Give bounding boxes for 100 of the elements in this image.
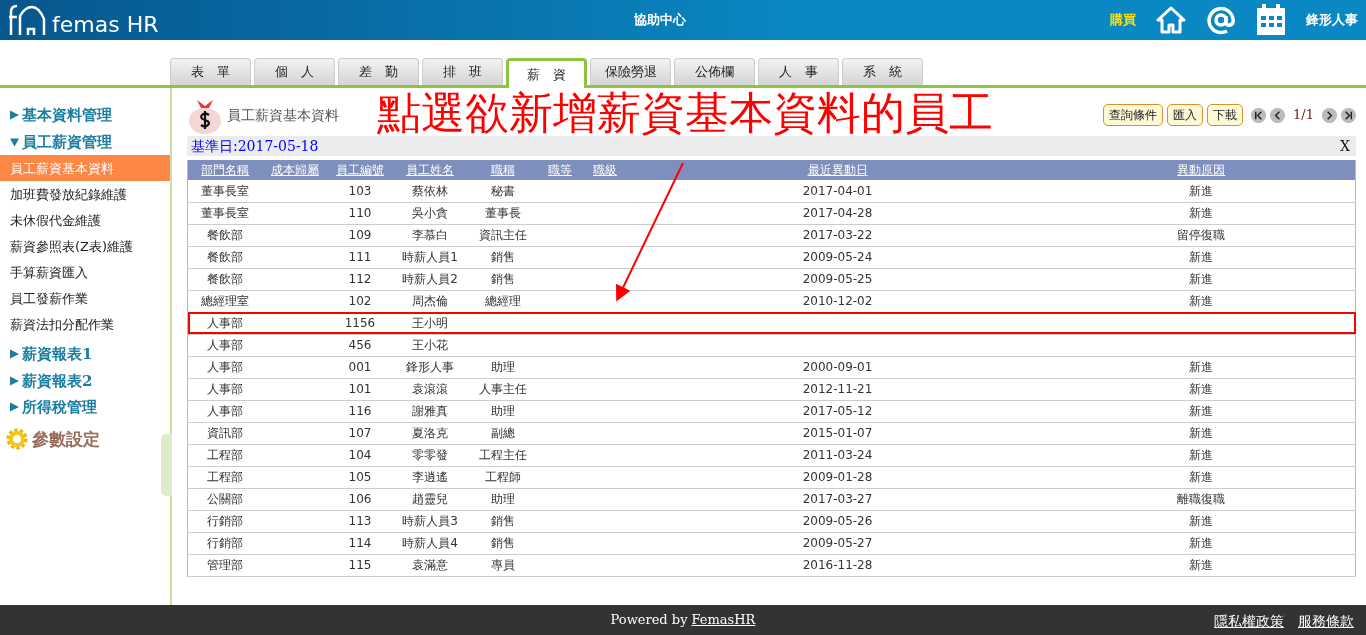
table-cell: 新進 <box>1189 558 1214 572</box>
table-cell: 106 <box>348 492 372 506</box>
table-cell: 銷售 <box>490 250 515 264</box>
gear-icon <box>6 428 28 451</box>
table-cell: 新進 <box>1189 448 1214 462</box>
table-cell: 人事部 <box>207 404 244 418</box>
table-cell: 2009-05-27 <box>802 536 873 550</box>
table-cell: 零零發 <box>412 448 448 462</box>
table-cell: 新進 <box>1189 514 1214 528</box>
table-cell: 105 <box>348 470 372 484</box>
sidebar-item[interactable]: 手算薪資匯入 <box>0 259 170 285</box>
table-cell: 新進 <box>1189 272 1214 286</box>
table-cell: 周杰倫 <box>412 294 448 308</box>
table-cell: 2011-03-24 <box>802 448 873 462</box>
footer-link[interactable]: 隱私權政策 <box>1214 611 1284 632</box>
previous-page-icon[interactable] <box>1270 107 1286 123</box>
table-cell: 人事部 <box>207 382 244 396</box>
table-cell: 助理 <box>490 492 515 506</box>
table-cell: 2009-05-26 <box>802 514 873 528</box>
sidebar-group[interactable]: 基本資料管理 <box>0 102 170 129</box>
sidebar-item[interactable]: 薪資參照表(Z表)維護 <box>0 233 170 259</box>
table-cell: 2009-05-24 <box>802 250 873 264</box>
table-cell: 謝雅真 <box>412 404 448 418</box>
nav-tab[interactable]: 保險勞退 <box>590 58 671 85</box>
table-cell: 王小花 <box>412 338 448 352</box>
table-cell: 新進 <box>1189 183 1214 198</box>
table-cell: 109 <box>348 228 372 242</box>
table-cell: 新進 <box>1189 360 1214 374</box>
sidebar-group[interactable]: 所得稅管理 <box>0 394 170 421</box>
table-cell: 103 <box>348 183 372 198</box>
table-cell: 時薪人員2 <box>402 272 458 286</box>
table-cell: 107 <box>348 426 372 440</box>
collapse-handle[interactable] <box>161 434 172 496</box>
toolbar-button[interactable]: 查詢條件 <box>1103 104 1164 126</box>
table-cell: 101 <box>348 382 372 396</box>
last-page-icon[interactable] <box>1341 107 1356 123</box>
caret-right-icon <box>10 375 19 386</box>
table-cell: 新進 <box>1189 250 1214 264</box>
table-cell: 總經理 <box>484 294 521 308</box>
nav-tab[interactable]: 公佈欄 <box>674 58 755 85</box>
table-cell: 116 <box>348 404 372 418</box>
table-cell: 001 <box>348 360 372 374</box>
femashr-link[interactable]: FemasHR <box>691 610 756 630</box>
table-cell: 2009-01-28 <box>802 470 873 484</box>
table-cell: 行銷部 <box>207 514 244 528</box>
table-cell: 資訊主任 <box>478 228 527 242</box>
table-cell: 夏洛克 <box>412 426 448 440</box>
close-button[interactable]: X <box>1340 135 1350 157</box>
caret-right-icon <box>10 402 19 413</box>
table-cell: 餐飲部 <box>207 250 244 264</box>
table-cell: 吳小貪 <box>412 206 448 220</box>
sidebar-group[interactable]: 薪資報表2 <box>0 367 170 394</box>
table-cell: 112 <box>348 272 372 286</box>
first-page-icon[interactable] <box>1251 107 1267 123</box>
nav-tab[interactable]: 人 事 <box>758 58 839 85</box>
caret-down-icon <box>10 136 19 147</box>
table-cell: 離職復職 <box>1177 492 1226 506</box>
sidebar-item[interactable]: 薪資法扣分配作業 <box>0 311 170 337</box>
caret-right-icon <box>10 349 19 360</box>
sidebar-group[interactable]: 員工薪資管理 <box>0 128 170 155</box>
nav-tab[interactable]: 排 班 <box>422 58 503 85</box>
footer-link[interactable]: 服務條款 <box>1298 611 1354 632</box>
table-cell: 時薪人員1 <box>402 250 458 264</box>
settings-link[interactable]: 參數設定 <box>32 426 100 452</box>
next-page-icon[interactable] <box>1322 107 1337 123</box>
nav-tab[interactable]: 系 統 <box>842 58 923 85</box>
calendar-icon[interactable] <box>1256 4 1286 36</box>
email-icon[interactable] <box>1206 5 1236 35</box>
nav-tab[interactable]: 薪 資 <box>506 58 587 88</box>
table-cell: 人事部 <box>207 338 244 352</box>
nav-tab[interactable]: 個 人 <box>254 58 335 85</box>
table-cell: 時薪人員3 <box>402 514 458 528</box>
table-cell: 董事長室 <box>201 183 250 198</box>
toolbar-button[interactable]: 匯入 <box>1167 104 1204 126</box>
nav-tab[interactable]: 差 勤 <box>338 58 419 85</box>
sidebar-item[interactable]: 加班費發放紀錄維護 <box>0 181 170 207</box>
table-cell: 111 <box>348 250 372 264</box>
table-cell: 副總 <box>490 426 515 440</box>
table-cell: 袁滾滾 <box>412 382 448 396</box>
toolbar-button[interactable]: 下載 <box>1207 104 1244 126</box>
table-cell: 1156 <box>344 316 376 330</box>
table-cell: 102 <box>348 294 372 308</box>
user-name[interactable]: 鋒形人事 <box>1306 10 1358 30</box>
sidebar-item[interactable]: 員工發薪作業 <box>0 285 170 311</box>
sidebar-item[interactable]: 未休假代金維護 <box>0 207 170 233</box>
table-cell: 董事長室 <box>201 206 250 220</box>
table-cell: 114 <box>348 536 372 550</box>
nav-tab[interactable]: 表 單 <box>170 58 251 85</box>
table-cell: 工程主任 <box>478 448 527 462</box>
home-icon[interactable] <box>1156 6 1186 34</box>
table-cell: 餐飲部 <box>207 272 244 286</box>
caret-right-icon <box>10 110 19 121</box>
table-cell: 人事主任 <box>478 382 527 396</box>
table-cell: 鋒形人事 <box>406 360 454 374</box>
sidebar-group[interactable]: 薪資報表1 <box>0 341 170 368</box>
help-link[interactable]: 協助中心 <box>634 10 686 30</box>
table-cell: 工程部 <box>207 448 244 462</box>
page-indicator: 1/1 <box>1293 106 1314 125</box>
table-cell: 2017-03-27 <box>802 492 873 506</box>
table-cell: 趙靈兒 <box>412 492 448 506</box>
